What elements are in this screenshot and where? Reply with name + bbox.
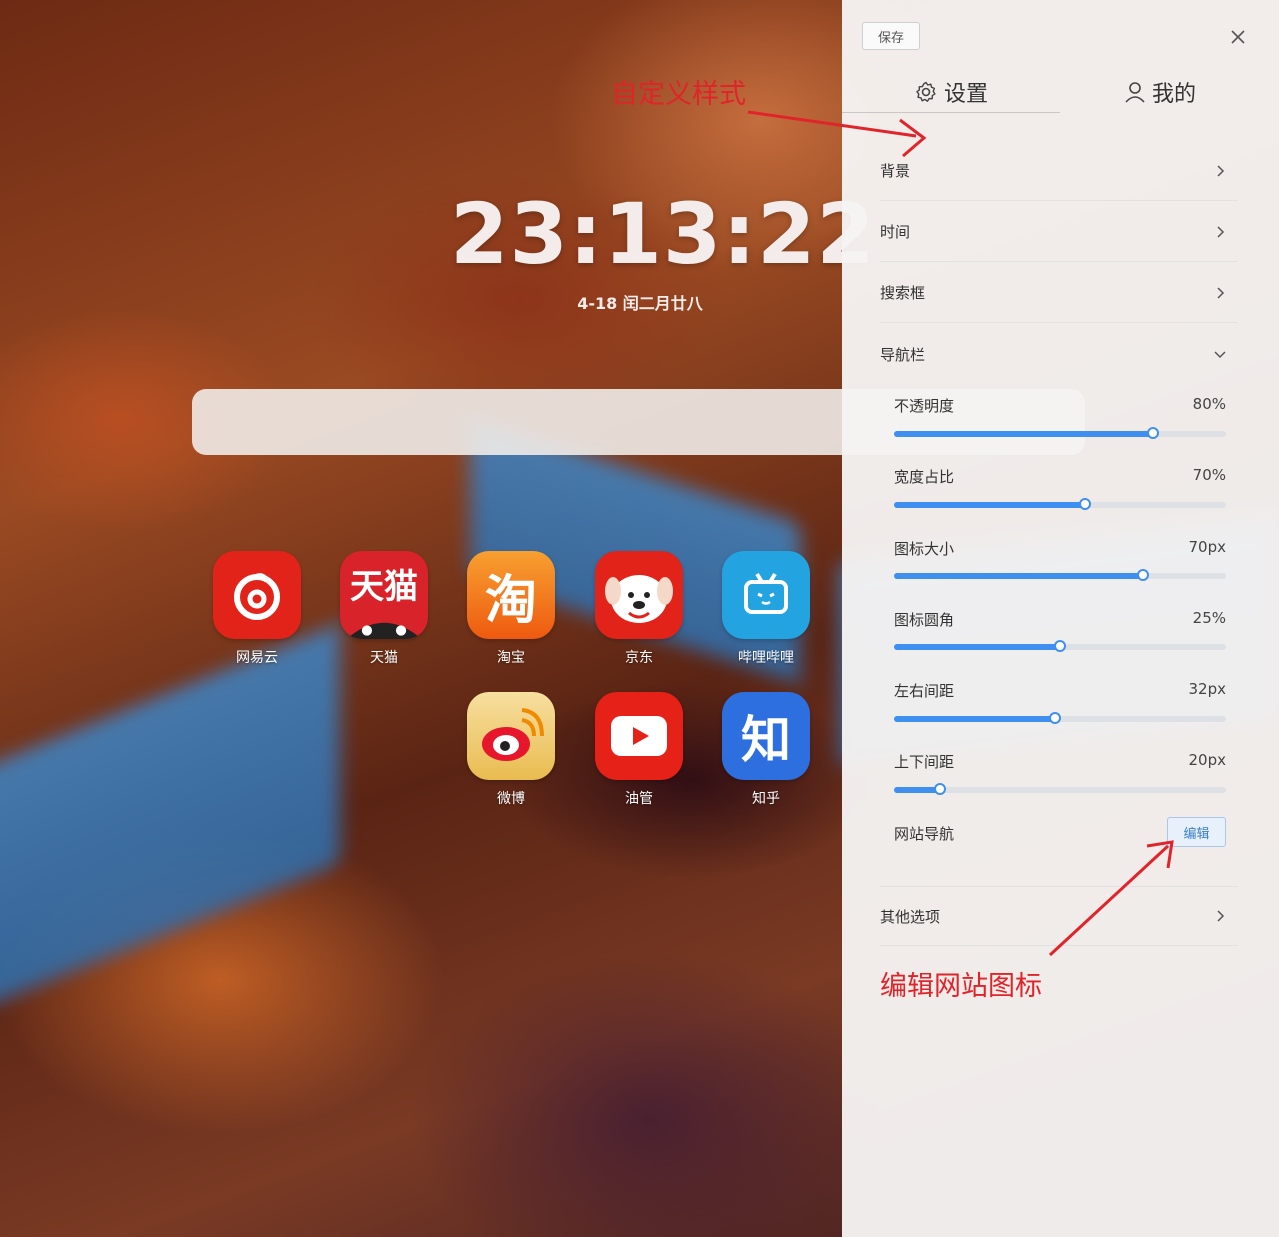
taobao-icon: 淘 — [467, 551, 555, 639]
chevron-right-icon — [1217, 225, 1225, 238]
clock-date: 4-18 闰二月廿八 — [577, 294, 703, 313]
slider-thumb[interactable] — [1137, 569, 1149, 581]
tab-settings[interactable]: 设置 — [842, 72, 1060, 113]
nav-site-netease[interactable]: 网易云 — [207, 551, 307, 667]
bilibili-icon — [722, 551, 810, 639]
tmall-icon: 天猫 — [340, 551, 428, 639]
site-nav-label: 网站导航 — [894, 825, 955, 843]
section-other-options[interactable]: 其他选项 — [880, 886, 1238, 946]
nav-site-taobao[interactable]: 淘 淘宝 — [461, 551, 561, 667]
zhihu-icon: 知 — [722, 692, 810, 780]
slider-value: 25% — [1192, 609, 1226, 627]
slider-value: 70px — [1188, 538, 1227, 556]
nav-site-zhihu[interactable]: 知 知乎 — [716, 692, 816, 808]
slider-fill — [894, 573, 1143, 579]
netease-music-icon — [213, 551, 301, 639]
opacity-slider[interactable] — [894, 427, 1226, 439]
annotation-custom-style: 自定义样式 — [611, 79, 746, 110]
section-label: 搜索框 — [880, 284, 926, 302]
nav-site-label: 天猫 — [370, 650, 398, 666]
slider-label: 图标大小 — [894, 540, 955, 558]
vertical-gap-slider[interactable] — [894, 783, 1226, 795]
jd-icon — [595, 551, 683, 639]
slider-fill — [894, 431, 1153, 437]
nav-site-weibo[interactable]: 微博 — [461, 692, 561, 808]
chevron-down-icon — [1214, 351, 1226, 359]
slider-value: 70% — [1192, 466, 1226, 484]
nav-site-jd[interactable]: 京东 — [589, 551, 689, 667]
slider-thumb[interactable] — [1054, 640, 1066, 652]
slider-value: 80% — [1192, 395, 1226, 413]
slider-label: 不透明度 — [894, 397, 955, 415]
nav-site-label: 油管 — [625, 791, 653, 807]
close-icon[interactable] — [1227, 26, 1249, 48]
slider-thumb[interactable] — [1049, 712, 1062, 724]
nav-site-youtube[interactable]: 油管 — [589, 692, 689, 808]
width-ratio-slider[interactable] — [894, 498, 1226, 510]
annotation-edit-icons: 编辑网站图标 — [880, 971, 1042, 1002]
section-label: 时间 — [880, 223, 911, 241]
slider-label: 上下间距 — [894, 753, 955, 771]
slider-thumb[interactable] — [1078, 498, 1091, 510]
clock-time: 23:13:22 — [450, 185, 876, 283]
chevron-right-icon — [1217, 286, 1225, 299]
nav-site-bilibili[interactable]: 哔哩哔哩 — [716, 551, 816, 667]
section-navbar[interactable]: 导航栏 — [880, 324, 1238, 384]
save-button[interactable]: 保存 — [862, 22, 920, 50]
chevron-right-icon — [1217, 164, 1225, 177]
slider-value: 32px — [1188, 680, 1227, 698]
user-icon — [1125, 82, 1145, 103]
nav-site-label: 京东 — [625, 650, 653, 666]
icon-size-slider[interactable] — [894, 569, 1226, 581]
tab-mine[interactable]: 我的 — [1060, 72, 1260, 112]
slider-value: 20px — [1188, 751, 1227, 769]
slider-label: 宽度占比 — [894, 468, 955, 486]
nav-site-label: 微博 — [497, 791, 525, 807]
section-label: 导航栏 — [880, 345, 926, 364]
edit-sites-button[interactable]: 编辑 — [1167, 817, 1226, 847]
nav-site-label: 淘宝 — [497, 650, 525, 666]
youtube-icon — [595, 692, 683, 780]
slider-fill — [894, 716, 1056, 722]
slider-fill — [894, 644, 1060, 650]
gear-icon — [916, 81, 936, 102]
section-background[interactable]: 背景 — [880, 141, 1238, 201]
section-label: 背景 — [880, 162, 911, 180]
slider-fill — [894, 502, 1085, 508]
slider-label: 图标圆角 — [894, 611, 955, 629]
tab-mine-label: 我的 — [1151, 82, 1196, 107]
chevron-right-icon — [1217, 910, 1225, 922]
slider-label: 左右间距 — [894, 682, 955, 700]
nav-site-label: 网易云 — [236, 650, 278, 666]
horizontal-gap-slider[interactable] — [894, 712, 1226, 724]
tab-settings-label: 设置 — [943, 82, 988, 107]
icon-radius-slider[interactable] — [894, 640, 1226, 652]
section-search-box[interactable]: 搜索框 — [880, 263, 1238, 323]
nav-site-label: 知乎 — [752, 791, 780, 807]
nav-site-label: 哔哩哔哩 — [738, 650, 794, 666]
slider-thumb[interactable] — [1146, 427, 1159, 439]
nav-site-tmall[interactable]: 天猫 天猫 — [334, 551, 434, 667]
section-label: 其他选项 — [880, 907, 941, 926]
weibo-icon — [467, 692, 555, 780]
section-time[interactable]: 时间 — [880, 202, 1238, 262]
